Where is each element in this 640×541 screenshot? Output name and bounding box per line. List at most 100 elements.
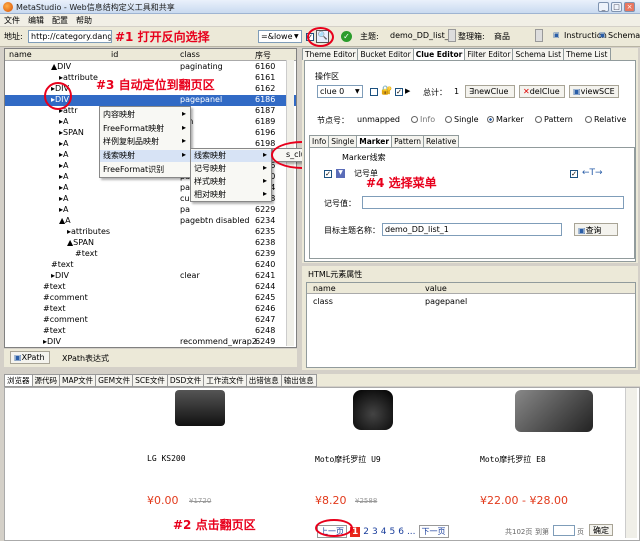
selector-dropdown-icon[interactable]: ▼ <box>294 33 299 40</box>
tree-row[interactable]: #text 6239 <box>5 249 296 260</box>
menu-item-content-map[interactable]: 内容映射 ▸ <box>100 109 190 121</box>
tab-output[interactable]: 输出信息 <box>280 374 317 387</box>
ok-icon[interactable]: ✓ <box>341 31 352 42</box>
pager-ok-button[interactable]: 确定 <box>589 524 613 536</box>
radio-info[interactable]: Info <box>411 115 435 124</box>
submenu-clue[interactable]: 线索映射 ▸ <box>191 150 271 162</box>
menu-item-freeformat-map[interactable]: FreeFormat映射 ▸ <box>100 123 190 135</box>
address-input[interactable]: http://category.dange <box>28 30 112 43</box>
view-sce-button[interactable]: ▣viewSCE <box>569 85 619 98</box>
tree-row[interactable]: #text 6244 <box>5 282 296 293</box>
tab-theme-list[interactable]: Theme List <box>563 48 611 60</box>
product-image-3[interactable] <box>515 390 593 432</box>
query-button[interactable]: ▣查询 <box>574 223 618 236</box>
tab-pattern[interactable]: Pattern <box>391 135 425 147</box>
menu-item-sample-map[interactable]: 样例复制品映射 ▸ <box>100 136 190 148</box>
tree-row[interactable]: ▲DIV paginating 6160 <box>5 62 296 73</box>
radio-single[interactable]: Single <box>445 115 479 124</box>
pager-page-4[interactable]: 4 <box>381 527 387 537</box>
pager-page-5[interactable]: 5 <box>389 527 395 537</box>
col-seq[interactable]: 序号 <box>255 50 271 61</box>
tab-errors[interactable]: 出错信息 <box>245 374 282 387</box>
product-image-2[interactable] <box>353 390 393 430</box>
tab-workflow[interactable]: 工作流文件 <box>203 374 247 387</box>
pager-goto-input[interactable] <box>553 525 575 536</box>
tab-source[interactable]: 源代码 <box>31 374 60 387</box>
target-theme-input[interactable]: demo_DD_list_1 <box>382 223 562 236</box>
pager-page-2[interactable]: 2 <box>363 527 369 537</box>
tab-theme-editor[interactable]: Theme Editor <box>302 48 359 60</box>
pager-page-6[interactable]: 6 <box>398 527 404 537</box>
clue-checkbox-2[interactable]: ✓ <box>395 88 403 96</box>
menu-item-clue-map[interactable]: 线索映射 ▸ <box>100 150 190 162</box>
col-id[interactable]: id <box>111 50 118 59</box>
maximize-button[interactable]: □ <box>611 2 622 12</box>
play-icon[interactable]: ▶ <box>405 87 410 95</box>
tree-row[interactable]: ▲A pagebtn disabled 6234 <box>5 216 296 227</box>
tab-sce[interactable]: SCE文件 <box>132 374 168 387</box>
menu-config[interactable]: 配置 <box>48 14 72 27</box>
tree-row[interactable]: #text 6246 <box>5 304 296 315</box>
menu-edit[interactable]: 编辑 <box>24 14 48 27</box>
mark-value-input[interactable] <box>362 196 624 209</box>
browser-scrollbar[interactable] <box>625 388 637 538</box>
menu-help[interactable]: 帮助 <box>72 14 96 27</box>
tab-single[interactable]: Single <box>328 135 358 147</box>
radio-pattern[interactable]: Pattern <box>535 115 573 124</box>
tab-gem[interactable]: GEM文件 <box>95 374 134 387</box>
tab-relative[interactable]: Relative <box>423 135 460 147</box>
product-price-3: ¥22.00 - ¥28.00 <box>480 494 568 507</box>
minimize-button[interactable]: _ <box>598 2 609 12</box>
tree-row[interactable]: ▸DIV recommend_wrap2 6249 <box>5 337 296 347</box>
tree-row[interactable]: #text 6248 <box>5 326 296 337</box>
submenu-marker[interactable]: 记号映射 ▸ <box>191 163 271 175</box>
new-clue-button[interactable]: ∃newClue <box>465 85 515 98</box>
tree-row[interactable]: #comment 6245 <box>5 293 296 304</box>
filter-icon[interactable]: ▼ <box>336 169 345 178</box>
menu-file[interactable]: 文件 <box>0 14 24 27</box>
marker-checkbox[interactable]: ✓ <box>324 170 332 178</box>
xpath-button[interactable]: ▣XPath <box>10 351 50 364</box>
del-clue-button[interactable]: ✕delClue <box>519 85 565 98</box>
html-props-col-value[interactable]: value <box>425 284 447 293</box>
schema-button[interactable]: Schema <box>608 31 640 40</box>
col-class[interactable]: class <box>180 50 200 59</box>
tab-browser[interactable]: 浏览器 <box>4 374 33 387</box>
tree-row[interactable]: ▸attributes 6235 <box>5 227 296 238</box>
tree-row[interactable]: ▸DIV clear 6241 <box>5 271 296 282</box>
product-name-1[interactable]: LG KS200 <box>147 454 186 463</box>
menu-item-freeformat-detect[interactable]: FreeFormat识别 <box>100 164 190 176</box>
pager-next[interactable]: 下一页 <box>418 525 449 538</box>
radio-marker[interactable]: Marker <box>487 115 524 124</box>
pager-page-3[interactable]: 3 <box>372 527 378 537</box>
submenu-style[interactable]: 样式映射 ▸ <box>191 176 271 188</box>
close-button[interactable]: × <box>624 2 635 12</box>
product-name-3[interactable]: Moto摩托罗拉 E8 <box>480 454 546 465</box>
clue-select-dropdown-icon[interactable]: ▼ <box>355 88 360 95</box>
col-name[interactable]: name <box>9 50 32 59</box>
product-image-1[interactable] <box>175 390 225 426</box>
tab-map[interactable]: MAP文件 <box>59 374 97 387</box>
organizer-picker[interactable] <box>535 29 543 42</box>
arrow-checkbox[interactable]: ✓ <box>570 170 578 178</box>
tree-row[interactable]: #comment 6247 <box>5 315 296 326</box>
submenu-relative[interactable]: 相对映射 ▸ <box>191 189 271 201</box>
topic-picker[interactable] <box>448 29 456 42</box>
radio-relative[interactable]: Relative <box>585 115 626 124</box>
tab-marker[interactable]: Marker <box>356 135 393 147</box>
clue-checkbox-1[interactable] <box>370 88 378 96</box>
tree-row[interactable]: ▸A pa 6229 <box>5 205 296 216</box>
html-props-col-name[interactable]: name <box>313 284 336 293</box>
tree-node-seq: 6244 <box>255 282 276 291</box>
tab-filter-editor[interactable]: Filter Editor <box>464 48 514 60</box>
tab-schema-list[interactable]: Schema List <box>512 48 565 60</box>
clue-tool-icon[interactable]: 🔐 <box>381 86 392 96</box>
tab-clue-editor[interactable]: Clue Editor <box>412 48 466 60</box>
tab-dsd[interactable]: DSD文件 <box>166 374 205 387</box>
tree-scrollbar[interactable] <box>286 60 294 346</box>
tree-row[interactable]: #text 6240 <box>5 260 296 271</box>
product-name-2[interactable]: Moto摩托罗拉 U9 <box>315 454 381 465</box>
tab-info[interactable]: Info <box>309 135 330 147</box>
tree-row[interactable]: ▲SPAN 6238 <box>5 238 296 249</box>
tab-bucket-editor[interactable]: Bucket Editor <box>357 48 414 60</box>
